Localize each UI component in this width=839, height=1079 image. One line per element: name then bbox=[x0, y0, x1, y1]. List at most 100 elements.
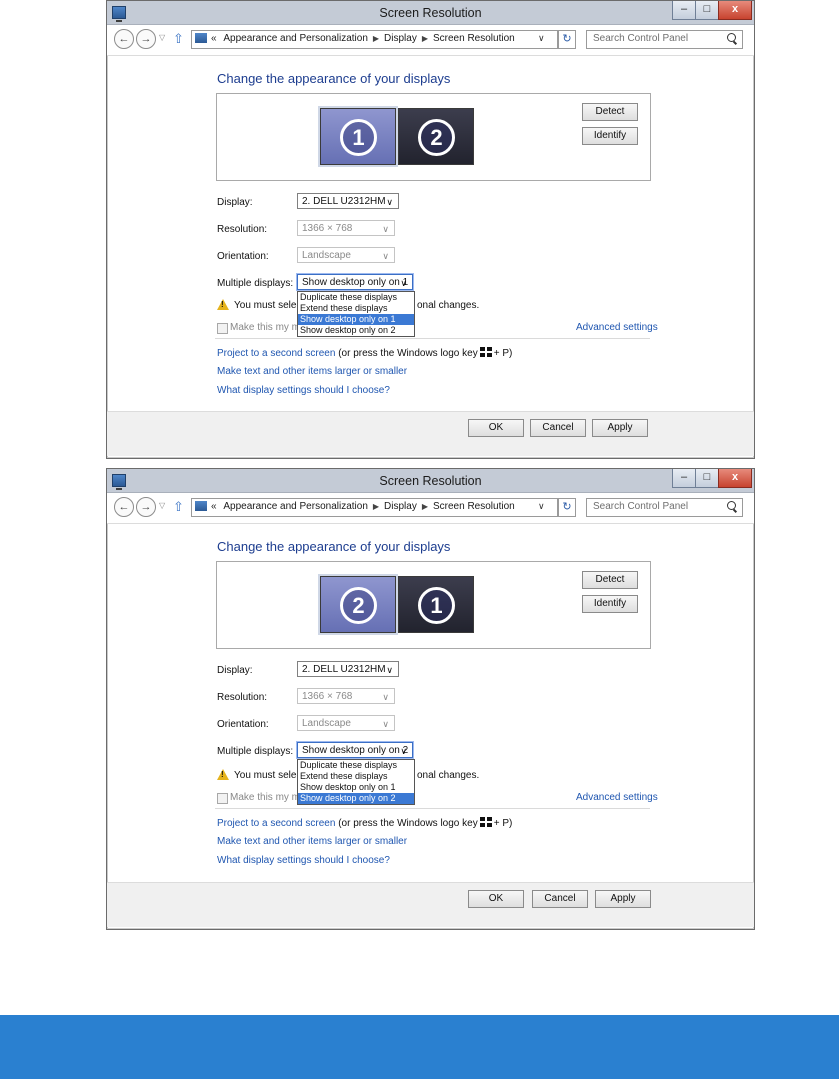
ok-button[interactable]: OK bbox=[468, 890, 524, 908]
ok-button[interactable]: OK bbox=[468, 419, 524, 437]
recent-pages-chevron-icon[interactable]: ▽ bbox=[159, 501, 165, 510]
address-bar[interactable]: « Appearance and Personalization ▶ Display… bbox=[191, 30, 558, 49]
multiple-displays-select[interactable]: Show desktop only on 1 ∨ bbox=[297, 274, 413, 290]
advanced-settings-link[interactable]: Advanced settings bbox=[576, 322, 658, 333]
dropdown-option[interactable]: Show desktop only on 2 bbox=[298, 325, 414, 336]
dropdown-option[interactable]: Duplicate these displays bbox=[298, 760, 414, 771]
up-arrow-icon[interactable]: ⇧ bbox=[173, 31, 184, 47]
project-second-screen-link[interactable]: Project to a second screen bbox=[217, 348, 335, 359]
breadcrumb-item[interactable]: Display bbox=[384, 33, 417, 44]
monitor-number: 2 bbox=[418, 119, 455, 156]
resolution-value: 1366 × 768 bbox=[302, 691, 353, 702]
warning-text-end: onal changes. bbox=[417, 770, 480, 781]
apply-button[interactable]: Apply bbox=[592, 419, 648, 437]
orientation-select: Landscape ∨ bbox=[297, 715, 395, 731]
recent-pages-chevron-icon[interactable]: ▽ bbox=[159, 33, 165, 42]
monitor-1-tile[interactable]: 1 bbox=[320, 108, 396, 165]
breadcrumb-separator-icon[interactable]: ▶ bbox=[368, 34, 384, 43]
monitor-arrangement: 1 2 Detect Identify bbox=[216, 93, 651, 181]
display-select[interactable]: 2. DELL U2312HM ∨ bbox=[297, 193, 399, 209]
text-size-link[interactable]: Make text and other items larger or smal… bbox=[217, 366, 407, 377]
forward-arrow-icon[interactable]: → bbox=[136, 497, 156, 517]
address-bar[interactable]: « Appearance and Personalization ▶ Display… bbox=[191, 498, 558, 517]
multiple-displays-select[interactable]: Show desktop only on 2 ∨ bbox=[297, 742, 413, 758]
orientation-value: Landscape bbox=[302, 250, 351, 261]
display-value: 2. DELL U2312HM bbox=[302, 664, 386, 675]
search-icon[interactable] bbox=[727, 501, 736, 510]
orientation-select: Landscape ∨ bbox=[297, 247, 395, 263]
breadcrumb-overflow[interactable]: « bbox=[211, 33, 217, 44]
project-second-screen-link[interactable]: Project to a second screen bbox=[217, 818, 335, 829]
identify-button[interactable]: Identify bbox=[582, 127, 638, 145]
display-help-link[interactable]: What display settings should I choose? bbox=[217, 855, 390, 866]
minimize-button[interactable]: – bbox=[672, 469, 696, 488]
monitor-2-tile[interactable]: 2 bbox=[398, 108, 474, 165]
orientation-value: Landscape bbox=[302, 718, 351, 729]
monitor-number: 1 bbox=[418, 587, 455, 624]
breadcrumb-separator-icon[interactable]: ▶ bbox=[368, 502, 384, 511]
page-title: Change the appearance of your displays bbox=[217, 539, 451, 554]
detect-button[interactable]: Detect bbox=[582, 571, 638, 589]
maximize-button[interactable]: □ bbox=[695, 1, 719, 20]
breadcrumb-separator-icon[interactable]: ▶ bbox=[417, 34, 433, 43]
refresh-icon[interactable]: ↻ bbox=[558, 30, 576, 49]
chevron-down-icon[interactable]: ∨ bbox=[538, 501, 545, 512]
breadcrumb-item[interactable]: Screen Resolution bbox=[433, 501, 515, 512]
search-icon[interactable] bbox=[727, 33, 736, 42]
chevron-down-icon: ∨ bbox=[386, 665, 393, 675]
monitor-2-tile[interactable]: 2 bbox=[320, 576, 396, 633]
dropdown-option-selected[interactable]: Show desktop only on 1 bbox=[298, 314, 414, 325]
back-arrow-icon[interactable]: ← bbox=[114, 29, 134, 49]
maximize-button[interactable]: □ bbox=[695, 469, 719, 488]
orientation-label: Orientation: bbox=[217, 251, 269, 262]
address-toolbar: ← → ▽ ⇧ « Appearance and Personalization… bbox=[107, 493, 754, 524]
up-arrow-icon[interactable]: ⇧ bbox=[173, 499, 184, 515]
breadcrumb-item[interactable]: Screen Resolution bbox=[433, 33, 515, 44]
refresh-icon[interactable]: ↻ bbox=[558, 498, 576, 517]
chevron-down-icon[interactable]: ∨ bbox=[538, 33, 545, 44]
display-select[interactable]: 2. DELL U2312HM ∨ bbox=[297, 661, 399, 677]
dropdown-option-selected[interactable]: Show desktop only on 2 bbox=[298, 793, 414, 804]
breadcrumb-item[interactable]: Appearance and Personalization bbox=[219, 501, 368, 512]
close-button[interactable]: x bbox=[718, 469, 752, 488]
dropdown-option[interactable]: Extend these displays bbox=[298, 771, 414, 782]
divider bbox=[215, 808, 650, 809]
dropdown-option[interactable]: Duplicate these displays bbox=[298, 292, 414, 303]
apply-button[interactable]: Apply bbox=[595, 890, 651, 908]
identify-button[interactable]: Identify bbox=[582, 595, 638, 613]
monitor-1-tile[interactable]: 1 bbox=[398, 576, 474, 633]
title-bar[interactable]: Screen Resolution – □ x bbox=[107, 469, 754, 493]
resolution-label: Resolution: bbox=[217, 224, 268, 235]
breadcrumb: « Appearance and Personalization ▶ Display… bbox=[211, 33, 515, 44]
breadcrumb-item[interactable]: Appearance and Personalization bbox=[219, 33, 368, 44]
search-placeholder: Search Control Panel bbox=[593, 501, 689, 512]
monitor-number: 2 bbox=[340, 587, 377, 624]
breadcrumb-separator-icon[interactable]: ▶ bbox=[417, 502, 433, 511]
project-second-screen-row: Project to a second screen (or press the… bbox=[217, 817, 512, 829]
detect-button[interactable]: Detect bbox=[582, 103, 638, 121]
dropdown-option[interactable]: Extend these displays bbox=[298, 303, 414, 314]
display-label: Display: bbox=[217, 197, 253, 208]
text-size-link[interactable]: Make text and other items larger or smal… bbox=[217, 836, 407, 847]
minimize-button[interactable]: – bbox=[672, 1, 696, 20]
multiple-displays-dropdown: Duplicate these displays Extend these di… bbox=[297, 759, 415, 805]
cancel-button[interactable]: Cancel bbox=[530, 419, 586, 437]
shortcut-hint-end: + P) bbox=[493, 348, 513, 359]
multiple-displays-label: Multiple displays: bbox=[217, 746, 294, 757]
dropdown-option[interactable]: Show desktop only on 1 bbox=[298, 782, 414, 793]
forward-arrow-icon[interactable]: → bbox=[136, 29, 156, 49]
title-bar[interactable]: Screen Resolution – □ x bbox=[107, 1, 754, 25]
warning-text: You must selec bbox=[234, 300, 302, 311]
close-button[interactable]: x bbox=[718, 1, 752, 20]
advanced-settings-link[interactable]: Advanced settings bbox=[576, 792, 658, 803]
back-arrow-icon[interactable]: ← bbox=[114, 497, 134, 517]
display-label: Display: bbox=[217, 665, 253, 676]
search-input[interactable]: Search Control Panel bbox=[586, 30, 743, 49]
resolution-select: 1366 × 768 ∨ bbox=[297, 220, 395, 236]
display-help-link[interactable]: What display settings should I choose? bbox=[217, 385, 390, 396]
breadcrumb-overflow[interactable]: « bbox=[211, 501, 217, 512]
search-input[interactable]: Search Control Panel bbox=[586, 498, 743, 517]
cancel-button[interactable]: Cancel bbox=[532, 890, 588, 908]
breadcrumb-item[interactable]: Display bbox=[384, 501, 417, 512]
multiple-displays-label: Multiple displays: bbox=[217, 278, 294, 289]
